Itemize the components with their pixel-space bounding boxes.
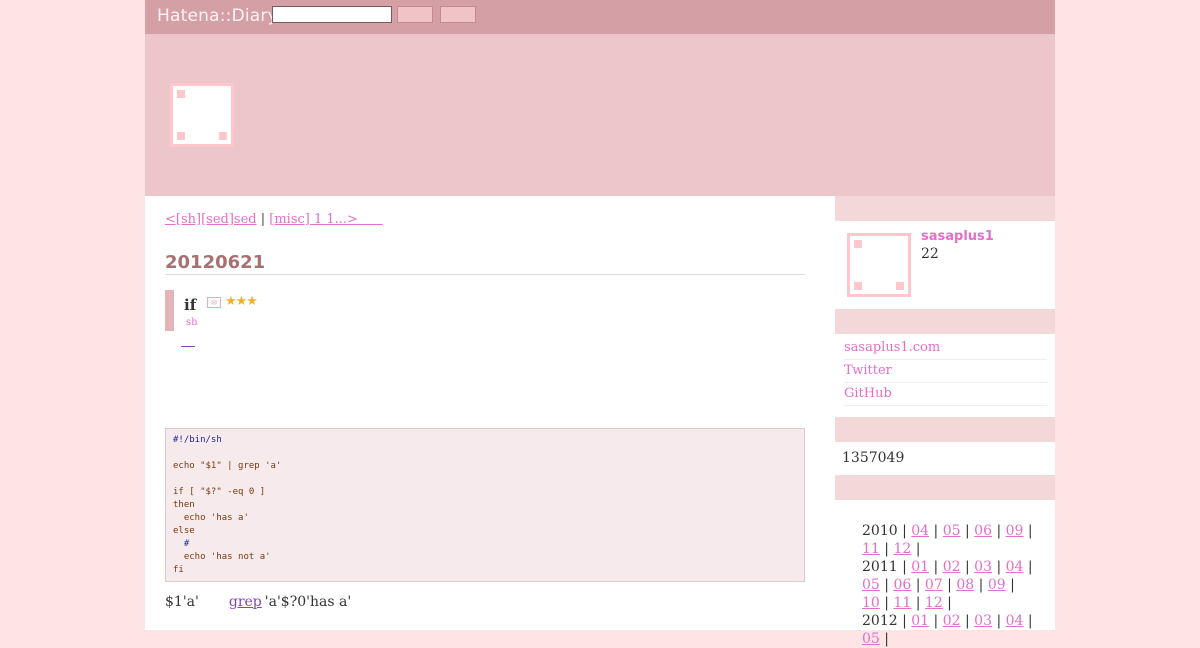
code-block: #!/bin/sh echo "$1" | grep 'a' if [ "$?"… xyxy=(165,428,805,582)
sidebar-section-header-counter xyxy=(835,417,1055,442)
archive-month-link[interactable]: 04 xyxy=(1006,613,1024,629)
link-sasaplus1-com[interactable]: sasaplus1.com xyxy=(844,337,1047,360)
code-line: if [ "$?" -eq 0 ] xyxy=(173,487,266,497)
entry-link-mark[interactable] xyxy=(181,346,195,347)
pager-separator: | xyxy=(256,212,270,227)
archive-month-link[interactable]: 11 xyxy=(862,541,880,557)
archive-year: 2010 xyxy=(862,523,898,539)
top-bar: Hatena::Diary xyxy=(145,0,1055,34)
access-counter: 1357049 xyxy=(842,450,905,466)
page: Hatena::Diary <[sh][sed]sed | [misc] 1 1… xyxy=(145,0,1055,647)
date-heading[interactable]: 20120621 xyxy=(165,252,805,275)
archive-month-link[interactable]: 08 xyxy=(956,577,974,593)
code-line: then xyxy=(173,500,195,510)
next-entry-link[interactable]: [misc] 1 1...> xyxy=(269,212,382,227)
archive-month-link[interactable]: 04 xyxy=(911,523,929,539)
archive-month-link[interactable]: 02 xyxy=(943,559,961,575)
entry-pager: <[sh][sed]sed | [misc] 1 1...> xyxy=(165,212,383,227)
code-line: echo 'has not a' xyxy=(173,552,271,562)
bookmark-icon[interactable]: ✉ xyxy=(207,297,221,308)
diary-search-button[interactable] xyxy=(440,6,476,23)
archive-month-link[interactable]: 04 xyxy=(1006,559,1024,575)
explanation-text: 'a'$?0'has a' xyxy=(264,594,352,610)
star-icons[interactable]: ★★★ xyxy=(225,294,258,309)
code-line: echo "$1" | grep 'a' xyxy=(173,461,282,471)
archive-month-link[interactable]: 01 xyxy=(911,613,929,629)
archive-month-link[interactable]: 12 xyxy=(925,595,943,611)
sidebar-section-header-archive xyxy=(835,475,1055,500)
search-button[interactable] xyxy=(397,6,433,23)
archive-list: 2010 | 04 | 05 | 06 | 09 | 11 | 12 | 201… xyxy=(862,523,1033,647)
code-line: echo 'has a' xyxy=(173,513,249,523)
grep-keyword-link[interactable]: grep xyxy=(229,594,262,610)
code-line: fi xyxy=(173,565,184,575)
link-github[interactable]: GitHub xyxy=(844,383,1047,406)
next-entry-label: [misc] 1 1...> xyxy=(269,212,358,227)
profile-avatar[interactable] xyxy=(847,233,911,297)
sidebar-section-header-links xyxy=(835,309,1055,334)
archive-month-link[interactable]: 03 xyxy=(974,613,992,629)
archive-month-link[interactable]: 11 xyxy=(893,595,911,611)
archive-month-link[interactable]: 01 xyxy=(911,559,929,575)
archive-month-link[interactable]: 12 xyxy=(893,541,911,557)
code-line: # xyxy=(173,539,190,549)
archive-month-link[interactable]: 09 xyxy=(1006,523,1024,539)
archive-month-link[interactable]: 07 xyxy=(925,577,943,593)
archive-year: 2012 xyxy=(862,613,898,629)
entry-category[interactable]: sh xyxy=(186,317,198,328)
prev-entry-link[interactable]: <[sh][sed]sed xyxy=(165,212,257,227)
code-line: #!/bin/sh xyxy=(173,435,222,445)
search-input[interactable] xyxy=(272,6,392,23)
explanation-text: $1'a' xyxy=(165,594,199,610)
archive-month-link[interactable]: 09 xyxy=(988,577,1006,593)
entry-title[interactable]: if xyxy=(184,296,196,314)
archive-month-link[interactable]: 06 xyxy=(893,577,911,593)
profile-number: 22 xyxy=(921,246,939,262)
archive-month-link[interactable]: 05 xyxy=(862,577,880,593)
code-line: else xyxy=(173,526,195,536)
archive-month-link[interactable]: 05 xyxy=(862,631,880,647)
diary-image-icon[interactable] xyxy=(170,83,234,147)
entry-explanation: $1'a' grep'a'$?0'has a' xyxy=(165,594,351,610)
archive-month-link[interactable]: 03 xyxy=(974,559,992,575)
link-twitter[interactable]: Twitter xyxy=(844,360,1047,383)
entry-header: if ✉ ★★★ sh xyxy=(165,290,374,331)
archive-month-link[interactable]: 06 xyxy=(974,523,992,539)
archive-month-link[interactable]: 02 xyxy=(943,613,961,629)
archive-year: 2011 xyxy=(862,559,898,575)
archive-month-link[interactable]: 05 xyxy=(943,523,961,539)
sidebar-section-header-profile xyxy=(835,196,1055,221)
diary-header xyxy=(145,34,1055,196)
next-entry-tail xyxy=(358,212,383,227)
archive-month-link[interactable]: 10 xyxy=(862,595,880,611)
profile-name[interactable]: sasaplus1 xyxy=(921,229,994,244)
hatena-diary-logo[interactable]: Hatena::Diary xyxy=(157,6,278,26)
